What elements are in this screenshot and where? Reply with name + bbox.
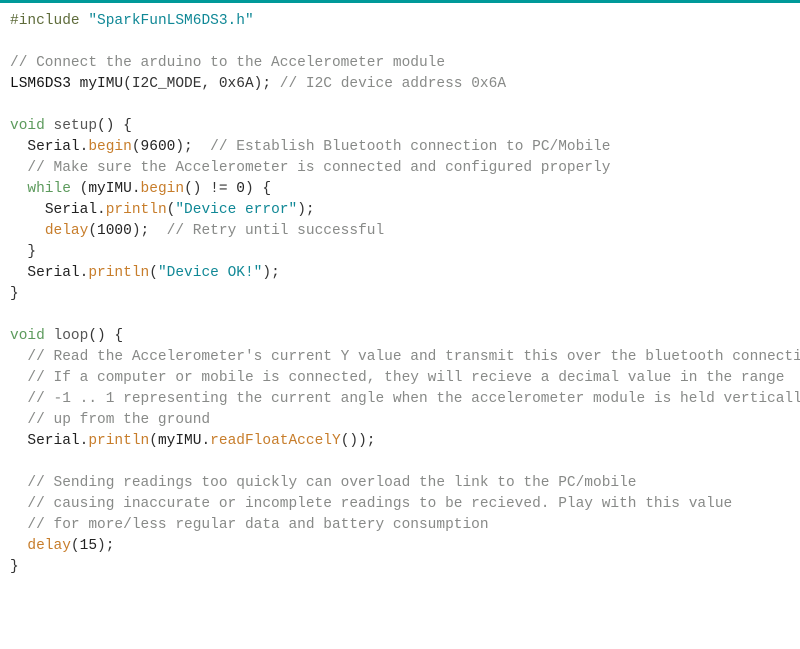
- tok-pun: (: [132, 139, 141, 155]
- tok-cmt: // Read the Accelerometer's current Y va…: [27, 349, 800, 365]
- tok-pun: }: [10, 286, 19, 302]
- tok-str: "SparkFunLSM6DS3.h": [88, 13, 253, 29]
- tok-mem: println: [88, 265, 149, 281]
- tok-pun: }: [10, 559, 19, 575]
- tok-fn: loop: [54, 328, 89, 344]
- tok-cmt: // -1 .. 1 representing the current angl…: [27, 391, 800, 407]
- tok-pun: (: [71, 538, 80, 554]
- tok-num: 0: [236, 181, 245, 197]
- tok-str: "Device OK!": [158, 265, 262, 281]
- tok-str: "Device error": [175, 202, 297, 218]
- tok-pun: );: [297, 202, 314, 218]
- tok-ident: Serial: [45, 202, 97, 218]
- tok-pun: ());: [341, 433, 376, 449]
- tok-ident: Serial: [27, 433, 79, 449]
- tok-kw: while: [27, 181, 71, 197]
- tok-pun: .: [201, 433, 210, 449]
- tok-mem: println: [106, 202, 167, 218]
- tok-cmt: // Connect the arduino to the Accelerome…: [10, 55, 445, 71]
- tok-pun: ) {: [245, 181, 271, 197]
- tok-pun: (: [149, 433, 158, 449]
- tok-pun: );: [97, 538, 114, 554]
- tok-ident: myIMU: [158, 433, 202, 449]
- tok-cmt: // Retry until successful: [167, 223, 385, 239]
- tok-cmt: // for more/less regular data and batter…: [27, 517, 488, 533]
- tok-pun: );: [262, 265, 279, 281]
- tok-cmt: // Sending readings too quickly can over…: [27, 475, 636, 491]
- tok-cmt: // up from the ground: [27, 412, 210, 428]
- tok-mem: begin: [88, 139, 132, 155]
- tok-num: 1000: [97, 223, 132, 239]
- tok-ident: myIMU: [88, 181, 132, 197]
- tok-pun: );: [175, 139, 192, 155]
- tok-mem: delay: [45, 223, 89, 239]
- tok-mem: begin: [141, 181, 185, 197]
- tok-pun: () {: [88, 328, 123, 344]
- tok-ident: myIMU: [80, 76, 124, 92]
- tok-fn: setup: [54, 118, 98, 134]
- tok-pun: .: [132, 181, 141, 197]
- tok-ident: Serial: [27, 139, 79, 155]
- tok-kw: void: [10, 118, 45, 134]
- tok-pun: (: [149, 265, 158, 281]
- tok-cmt: // If a computer or mobile is connected,…: [27, 370, 784, 386]
- tok-pun: }: [27, 244, 36, 260]
- tok-cmt: // Make sure the Accelerometer is connec…: [27, 160, 610, 176]
- tok-pun: () !=: [184, 181, 228, 197]
- tok-num: 15: [80, 538, 97, 554]
- tok-pun: (I2C_MODE, 0x6A);: [123, 76, 271, 92]
- tok-num: 9600: [141, 139, 176, 155]
- tok-mem: delay: [27, 538, 71, 554]
- tok-ident: Serial: [27, 265, 79, 281]
- tok-mem: println: [88, 433, 149, 449]
- tok-cmt: // Establish Bluetooth connection to PC/…: [210, 139, 610, 155]
- tok-cmt: // I2C device address 0x6A: [280, 76, 506, 92]
- tok-pun: .: [97, 202, 106, 218]
- tok-mem: readFloatAccelY: [210, 433, 341, 449]
- tok-pp: #include: [10, 13, 80, 29]
- code-block: #include "SparkFunLSM6DS3.h" // Connect …: [10, 13, 800, 575]
- tok-type: LSM6DS3: [10, 76, 71, 92]
- tok-cmt: // causing inaccurate or incomplete read…: [27, 496, 732, 512]
- tok-pun: () {: [97, 118, 132, 134]
- tok-kw: void: [10, 328, 45, 344]
- tok-pun: (: [88, 223, 97, 239]
- tok-pun: );: [132, 223, 149, 239]
